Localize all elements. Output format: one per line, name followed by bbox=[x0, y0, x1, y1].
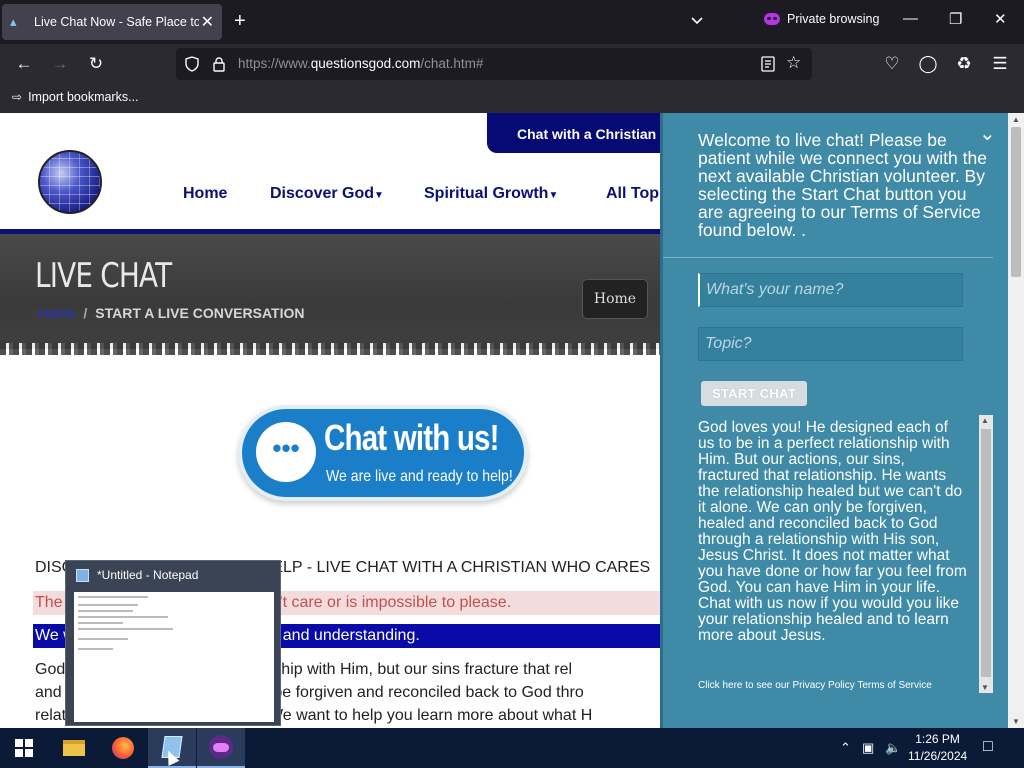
nav-all-topics[interactable]: All Top bbox=[606, 185, 659, 203]
live-chat-panel: Welcome to live chat! Please be patient … bbox=[660, 113, 1008, 728]
thumbnail-text-line bbox=[78, 610, 133, 612]
browser-tab-active[interactable]: ▴ Live Chat Now - Safe Place to t ✕ bbox=[2, 4, 222, 40]
extensions-icon[interactable]: ♻ bbox=[953, 53, 975, 75]
browser-tab-bar: ▴ Live Chat Now - Safe Place to t ✕ + Pr… bbox=[0, 0, 1024, 44]
topic-input[interactable]: Topic? bbox=[698, 327, 963, 361]
web-page: Chat with a Christian Home Discover God▼… bbox=[0, 113, 660, 728]
chat-with-us-banner[interactable]: ••• Chat with us! We are live and ready … bbox=[238, 405, 528, 501]
nav-discover-god[interactable]: Discover God▼ bbox=[270, 185, 384, 203]
chat-with-christian-button[interactable]: Chat with a Christian bbox=[487, 113, 660, 153]
scroll-down-icon[interactable]: ▼ bbox=[981, 683, 989, 692]
torn-paper-edge bbox=[0, 343, 660, 355]
nav-home[interactable]: Home bbox=[183, 185, 227, 203]
new-tab-button[interactable]: + bbox=[234, 10, 246, 32]
close-window-icon[interactable]: ✕ bbox=[994, 10, 1007, 28]
show-hidden-icons-chevron[interactable]: ⌃ bbox=[840, 740, 851, 756]
dropdown-caret-icon: ▼ bbox=[548, 190, 559, 201]
site-logo-globe[interactable] bbox=[38, 150, 102, 214]
firefox-private-icon bbox=[209, 735, 233, 759]
app-menu-icon[interactable]: ☰ bbox=[989, 53, 1011, 75]
windows-logo-icon bbox=[15, 739, 33, 757]
breadcrumb: Home / START A LIVE CONVERSATION bbox=[38, 305, 304, 321]
import-icon: ⇨ bbox=[12, 90, 23, 104]
start-chat-button[interactable]: START CHAT bbox=[701, 381, 807, 406]
account-icon[interactable]: ◯ bbox=[917, 53, 939, 75]
volume-muted-icon[interactable]: 🔈 bbox=[885, 740, 901, 756]
back-arrow-icon[interactable]: ← bbox=[13, 53, 35, 75]
taskbar-clock[interactable]: 1:26 PM 11/26/2024 bbox=[908, 731, 967, 765]
banner-subtitle: We are live and ready to help! bbox=[326, 468, 513, 485]
banner-title: Chat with us! bbox=[324, 417, 499, 458]
notepad-taskbar-preview[interactable]: *Untitled - Notepad bbox=[65, 560, 281, 726]
bookmarks-toolbar: ⇨ Import bookmarks... bbox=[0, 84, 1024, 113]
thumbnail-text-line bbox=[78, 648, 113, 650]
tracking-shield-icon[interactable] bbox=[184, 56, 200, 72]
reader-view-icon[interactable] bbox=[761, 56, 775, 72]
notepad-preview-title: *Untitled - Notepad bbox=[76, 568, 198, 582]
chat-collapse-chevron-icon[interactable]: ⌄ bbox=[979, 121, 996, 146]
tab-title: Live Chat Now - Safe Place to t bbox=[34, 15, 199, 29]
notifications-icon[interactable]: □ bbox=[983, 738, 993, 756]
notepad-thumbnail bbox=[74, 592, 274, 722]
chat-bubble-dots-icon: ••• bbox=[256, 422, 316, 482]
scroll-down-icon[interactable]: ▼ bbox=[1012, 717, 1020, 726]
taskbar-firefox[interactable] bbox=[99, 728, 147, 768]
page-title: LIVE CHAT bbox=[35, 256, 172, 296]
thumbnail-text-line bbox=[78, 638, 128, 640]
clock-time: 1:26 PM bbox=[915, 732, 960, 746]
scrollbar-thumb[interactable] bbox=[1011, 127, 1021, 277]
notepad-icon bbox=[76, 568, 89, 582]
notepad-title-label: *Untitled - Notepad bbox=[97, 568, 199, 582]
restore-window-icon[interactable]: ❐ bbox=[949, 10, 962, 28]
breadcrumb-separator: / bbox=[83, 305, 88, 321]
private-browsing-label: Private browsing bbox=[787, 12, 880, 26]
thumbnail-text-line bbox=[78, 616, 168, 618]
reload-icon[interactable]: ↻ bbox=[85, 53, 107, 75]
lock-icon[interactable] bbox=[212, 56, 226, 72]
name-input[interactable]: What's your name? bbox=[698, 273, 963, 307]
breadcrumb-current: START A LIVE CONVERSATION bbox=[95, 305, 305, 321]
nav-spiritual-growth[interactable]: Spiritual Growth▼ bbox=[424, 185, 558, 203]
chat-divider bbox=[663, 257, 993, 258]
privacy-terms-links[interactable]: Click here to see our Privacy Policy Ter… bbox=[698, 680, 932, 691]
windows-taskbar: ⌃ ▣ 🔈 1:26 PM 11/26/2024 □ bbox=[0, 728, 1024, 768]
list-tabs-chevron-icon[interactable] bbox=[689, 12, 705, 28]
page-scrollbar[interactable]: ▲ ▼ bbox=[1008, 113, 1024, 728]
firefox-icon bbox=[112, 737, 134, 759]
taskbar-firefox-private[interactable] bbox=[197, 728, 245, 768]
network-icon[interactable]: ▣ bbox=[862, 740, 874, 756]
private-browsing-indicator: Private browsing bbox=[764, 12, 879, 26]
thumbnail-text-line bbox=[78, 622, 123, 624]
thumbnail-text-line bbox=[78, 628, 173, 630]
scroll-up-icon[interactable]: ▲ bbox=[1012, 115, 1020, 124]
minimize-window-icon[interactable]: — bbox=[903, 10, 918, 27]
tab-close-icon[interactable]: ✕ bbox=[201, 12, 214, 32]
site-favicon-icon: ▴ bbox=[10, 14, 17, 29]
dropdown-caret-icon: ▼ bbox=[374, 190, 384, 201]
url-text[interactable]: https://www.questionsgod.com/chat.htm# bbox=[238, 56, 483, 71]
import-bookmarks-button[interactable]: ⇨ Import bookmarks... bbox=[12, 90, 139, 104]
forward-arrow-icon[interactable]: → bbox=[49, 53, 71, 75]
address-bar[interactable]: https://www.questionsgod.com/chat.htm# ☆ bbox=[176, 48, 812, 80]
breadcrumb-home-link[interactable]: Home bbox=[38, 305, 75, 321]
scrollbar-thumb[interactable] bbox=[981, 429, 991, 677]
chat-welcome-text: Welcome to live chat! Please be patient … bbox=[698, 130, 987, 240]
hero-home-button[interactable]: Home bbox=[582, 279, 648, 319]
import-bookmarks-label: Import bookmarks... bbox=[28, 90, 139, 104]
chat-intro-message: God loves you! He designed each of us to… bbox=[698, 419, 967, 644]
page-hero-banner: LIVE CHAT Home / START A LIVE CONVERSATION… bbox=[0, 234, 660, 355]
bookmark-star-icon[interactable]: ☆ bbox=[786, 53, 801, 73]
browser-nav-bar: ← → ↻ https://www.questionsgod.com/chat.… bbox=[0, 44, 1024, 84]
start-button[interactable] bbox=[0, 728, 48, 768]
thumbnail-text-line bbox=[78, 596, 148, 598]
folder-icon bbox=[63, 740, 85, 756]
chat-message-scrollbar[interactable]: ▲ ▼ bbox=[979, 415, 993, 693]
taskbar-file-explorer[interactable] bbox=[50, 728, 98, 768]
thumbnail-text-line bbox=[78, 604, 138, 606]
scroll-up-icon[interactable]: ▲ bbox=[981, 416, 989, 425]
pocket-icon[interactable]: ♡ bbox=[881, 53, 903, 75]
clock-date: 11/26/2024 bbox=[908, 749, 968, 763]
private-mask-icon bbox=[764, 13, 780, 25]
